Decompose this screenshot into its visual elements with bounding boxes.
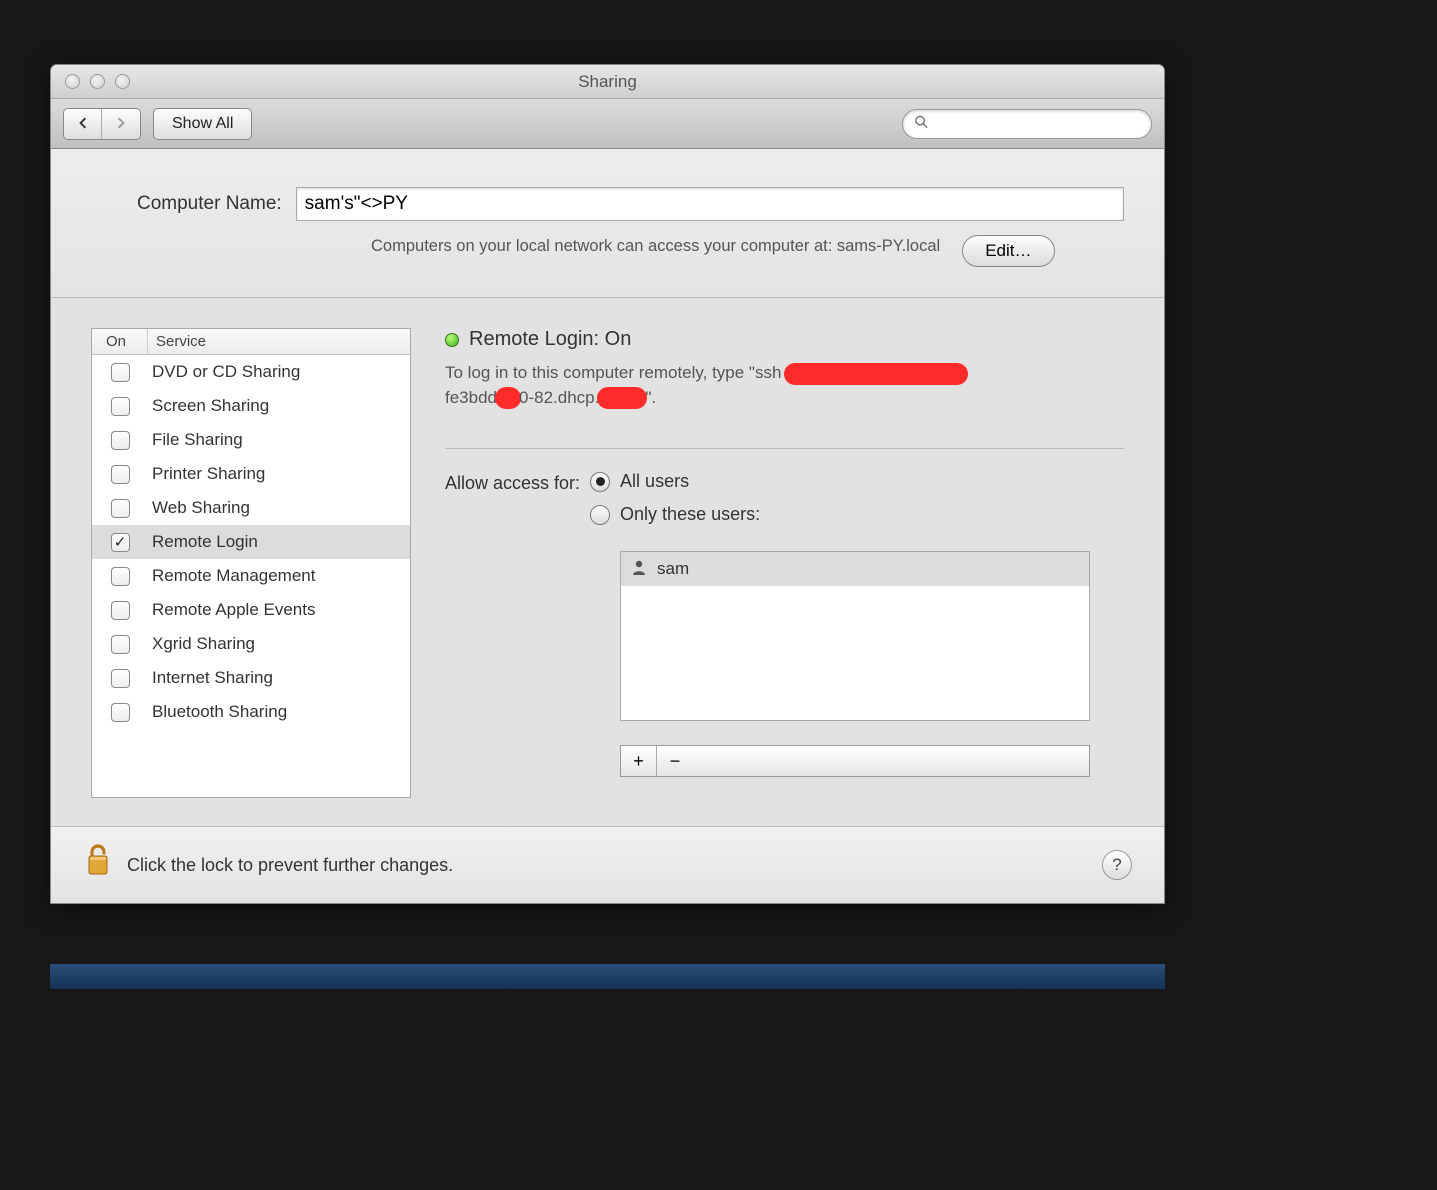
radio-only-users[interactable]: Only these users: <box>590 504 1090 525</box>
service-row[interactable]: Web Sharing <box>92 491 410 525</box>
service-row[interactable]: Remote Apple Events <box>92 593 410 627</box>
col-on-header[interactable]: On <box>92 329 148 354</box>
computer-name-label: Computer Name: <box>137 193 282 215</box>
access-label: Allow access for: <box>445 471 580 494</box>
service-detail: Remote Login: On To log in to this compu… <box>445 328 1124 798</box>
status-indicator-icon <box>445 333 459 347</box>
user-list[interactable]: sam <box>620 551 1090 721</box>
redaction-1 <box>786 365 966 383</box>
login-instructions: To log in to this computer remotely, typ… <box>445 361 1085 410</box>
service-checkbox[interactable] <box>111 635 130 654</box>
service-checkbox[interactable] <box>111 567 130 586</box>
service-label: Web Sharing <box>148 498 410 518</box>
lock-icon[interactable] <box>83 844 113 886</box>
remove-user-button[interactable]: − <box>657 746 693 776</box>
search-input[interactable] <box>902 109 1152 139</box>
service-checkbox[interactable] <box>111 431 130 450</box>
minimize-icon[interactable] <box>90 74 105 89</box>
redaction-3 <box>599 389 645 407</box>
service-row[interactable]: Xgrid Sharing <box>92 627 410 661</box>
toolbar: Show All <box>51 99 1164 149</box>
services-body: DVD or CD Sharing Screen Sharing File Shar… <box>92 355 410 797</box>
access-row: Allow access for: All users Only these u… <box>445 471 1124 777</box>
service-checkbox[interactable] <box>111 601 130 620</box>
footer-text: Click the lock to prevent further change… <box>127 855 453 876</box>
service-checkbox[interactable] <box>111 465 130 484</box>
titlebar: Sharing <box>51 65 1164 99</box>
show-all-button[interactable]: Show All <box>153 108 252 140</box>
service-label: File Sharing <box>148 430 410 450</box>
computer-name-input[interactable] <box>296 187 1124 221</box>
service-row[interactable]: Screen Sharing <box>92 389 410 423</box>
service-label: Printer Sharing <box>148 464 410 484</box>
add-remove-segment: + − <box>620 745 1090 777</box>
radio-all-label: All users <box>620 471 689 492</box>
help-button[interactable]: ? <box>1102 850 1132 880</box>
col-service-header[interactable]: Service <box>148 329 410 354</box>
edit-button[interactable]: Edit… <box>962 235 1054 267</box>
close-icon[interactable] <box>65 74 80 89</box>
service-row[interactable]: File Sharing <box>92 423 410 457</box>
divider <box>445 448 1124 449</box>
service-label: Remote Login <box>148 532 410 552</box>
radio-all-users[interactable]: All users <box>590 471 1090 492</box>
service-checkbox[interactable] <box>111 363 130 382</box>
instr-suffix: ". <box>645 388 656 407</box>
service-label: Internet Sharing <box>148 668 410 688</box>
chevron-right-icon <box>115 117 127 129</box>
service-row[interactable]: Printer Sharing <box>92 457 410 491</box>
instr-prefix: To log in to this computer remotely, typ… <box>445 363 781 382</box>
user-icon <box>631 559 647 580</box>
service-label: Screen Sharing <box>148 396 410 416</box>
service-checkbox[interactable] <box>111 669 130 688</box>
search-field-wrap <box>902 109 1152 139</box>
service-label: DVD or CD Sharing <box>148 362 410 382</box>
service-row[interactable]: Bluetooth Sharing <box>92 695 410 729</box>
redaction-2 <box>497 389 519 407</box>
window-title: Sharing <box>51 72 1164 92</box>
services-header: On Service <box>92 329 410 355</box>
service-checkbox[interactable]: ✓ <box>111 533 130 552</box>
traffic-lights <box>51 74 130 89</box>
footer: Click the lock to prevent further change… <box>51 827 1164 903</box>
radio-only-label: Only these users: <box>620 504 760 525</box>
instr-mid2: 0-82.dhcp. <box>519 388 599 407</box>
user-name: sam <box>657 559 689 579</box>
lower-section: On Service DVD or CD Sharing Screen Shari… <box>51 298 1164 827</box>
service-row[interactable]: DVD or CD Sharing <box>92 355 410 389</box>
service-row[interactable]: ✓ Remote Login <box>92 525 410 559</box>
service-label: Xgrid Sharing <box>148 634 410 654</box>
computer-name-help: Computers on your local network can acce… <box>371 235 940 257</box>
back-button[interactable] <box>64 109 102 139</box>
service-checkbox[interactable] <box>111 703 130 722</box>
dock-bar <box>50 964 1165 989</box>
service-checkbox[interactable] <box>111 397 130 416</box>
nav-segment <box>63 108 141 140</box>
service-label: Bluetooth Sharing <box>148 702 410 722</box>
status-text: Remote Login: On <box>469 328 631 351</box>
upper-section: Computer Name: Computers on your local n… <box>51 149 1164 298</box>
service-label: Remote Apple Events <box>148 600 410 620</box>
service-label: Remote Management <box>148 566 410 586</box>
user-row[interactable]: sam <box>621 552 1089 586</box>
services-table: On Service DVD or CD Sharing Screen Shari… <box>91 328 411 798</box>
instr-mid: fe3bdd <box>445 388 497 407</box>
sharing-window: Sharing Show All Computer Name: Computer… <box>50 64 1165 904</box>
zoom-icon[interactable] <box>115 74 130 89</box>
service-row[interactable]: Remote Management <box>92 559 410 593</box>
forward-button[interactable] <box>102 109 140 139</box>
service-checkbox[interactable] <box>111 499 130 518</box>
add-user-button[interactable]: + <box>621 746 657 776</box>
chevron-left-icon <box>77 117 89 129</box>
service-row[interactable]: Internet Sharing <box>92 661 410 695</box>
